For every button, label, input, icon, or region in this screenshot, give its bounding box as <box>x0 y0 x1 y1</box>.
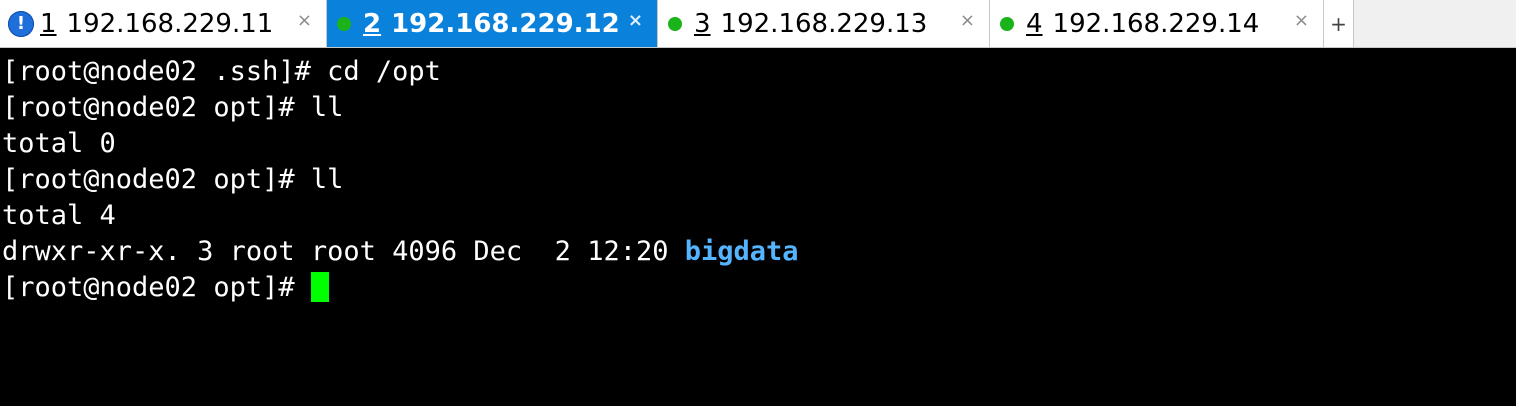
close-icon[interactable]: × <box>1294 10 1309 31</box>
shell-prompt: [root@node02 opt]# <box>2 272 311 303</box>
connected-status-icon <box>337 16 351 31</box>
close-icon[interactable]: × <box>628 10 643 31</box>
terminal-prompt-line: [root@node02 opt]# <box>2 270 329 306</box>
tab-session-4[interactable]: 4 192.168.229.14 × <box>990 0 1324 47</box>
tab-bar: ! 1 192.168.229.11 × 2 192.168.229.12 × … <box>0 0 1516 48</box>
tab-title: 192.168.229.12 <box>391 8 620 39</box>
tab-number: 3 <box>694 8 711 39</box>
tab-session-2[interactable]: 2 192.168.229.12 × <box>327 0 658 47</box>
terminal-line: total 4 <box>2 200 116 231</box>
tab-title: 192.168.229.11 <box>66 8 274 39</box>
close-icon[interactable]: × <box>960 10 975 31</box>
terminal-line: [root@node02 .ssh]# cd /opt <box>2 56 441 87</box>
tab-number: 2 <box>363 8 382 39</box>
alert-icon: ! <box>8 10 34 37</box>
terminal-cursor <box>310 272 329 302</box>
tab-title: 192.168.229.13 <box>720 8 928 39</box>
new-tab-button[interactable]: + <box>1324 0 1354 47</box>
terminal-line: [root@node02 opt]# ll <box>2 92 344 123</box>
terminal-listing-line: drwxr-xr-x. 3 root root 4096 Dec 2 12:20… <box>2 234 799 270</box>
terminal-output[interactable]: [root@node02 .ssh]# cd /opt [root@node02… <box>0 48 1516 406</box>
tab-number: 1 <box>40 8 57 39</box>
directory-name: bigdata <box>684 236 799 267</box>
tab-number: 4 <box>1026 8 1043 39</box>
listing-details: drwxr-xr-x. 3 root root 4096 Dec 2 12:20 <box>2 236 685 267</box>
tab-session-1[interactable]: ! 1 192.168.229.11 × <box>0 0 327 47</box>
tab-title: 192.168.229.14 <box>1052 8 1260 39</box>
terminal-line: total 0 <box>2 128 116 159</box>
connected-status-icon <box>668 16 682 31</box>
close-icon[interactable]: × <box>297 10 312 31</box>
terminal-line: [root@node02 opt]# ll <box>2 164 344 195</box>
tab-session-3[interactable]: 3 192.168.229.13 × <box>658 0 990 47</box>
connected-status-icon <box>1000 16 1014 31</box>
